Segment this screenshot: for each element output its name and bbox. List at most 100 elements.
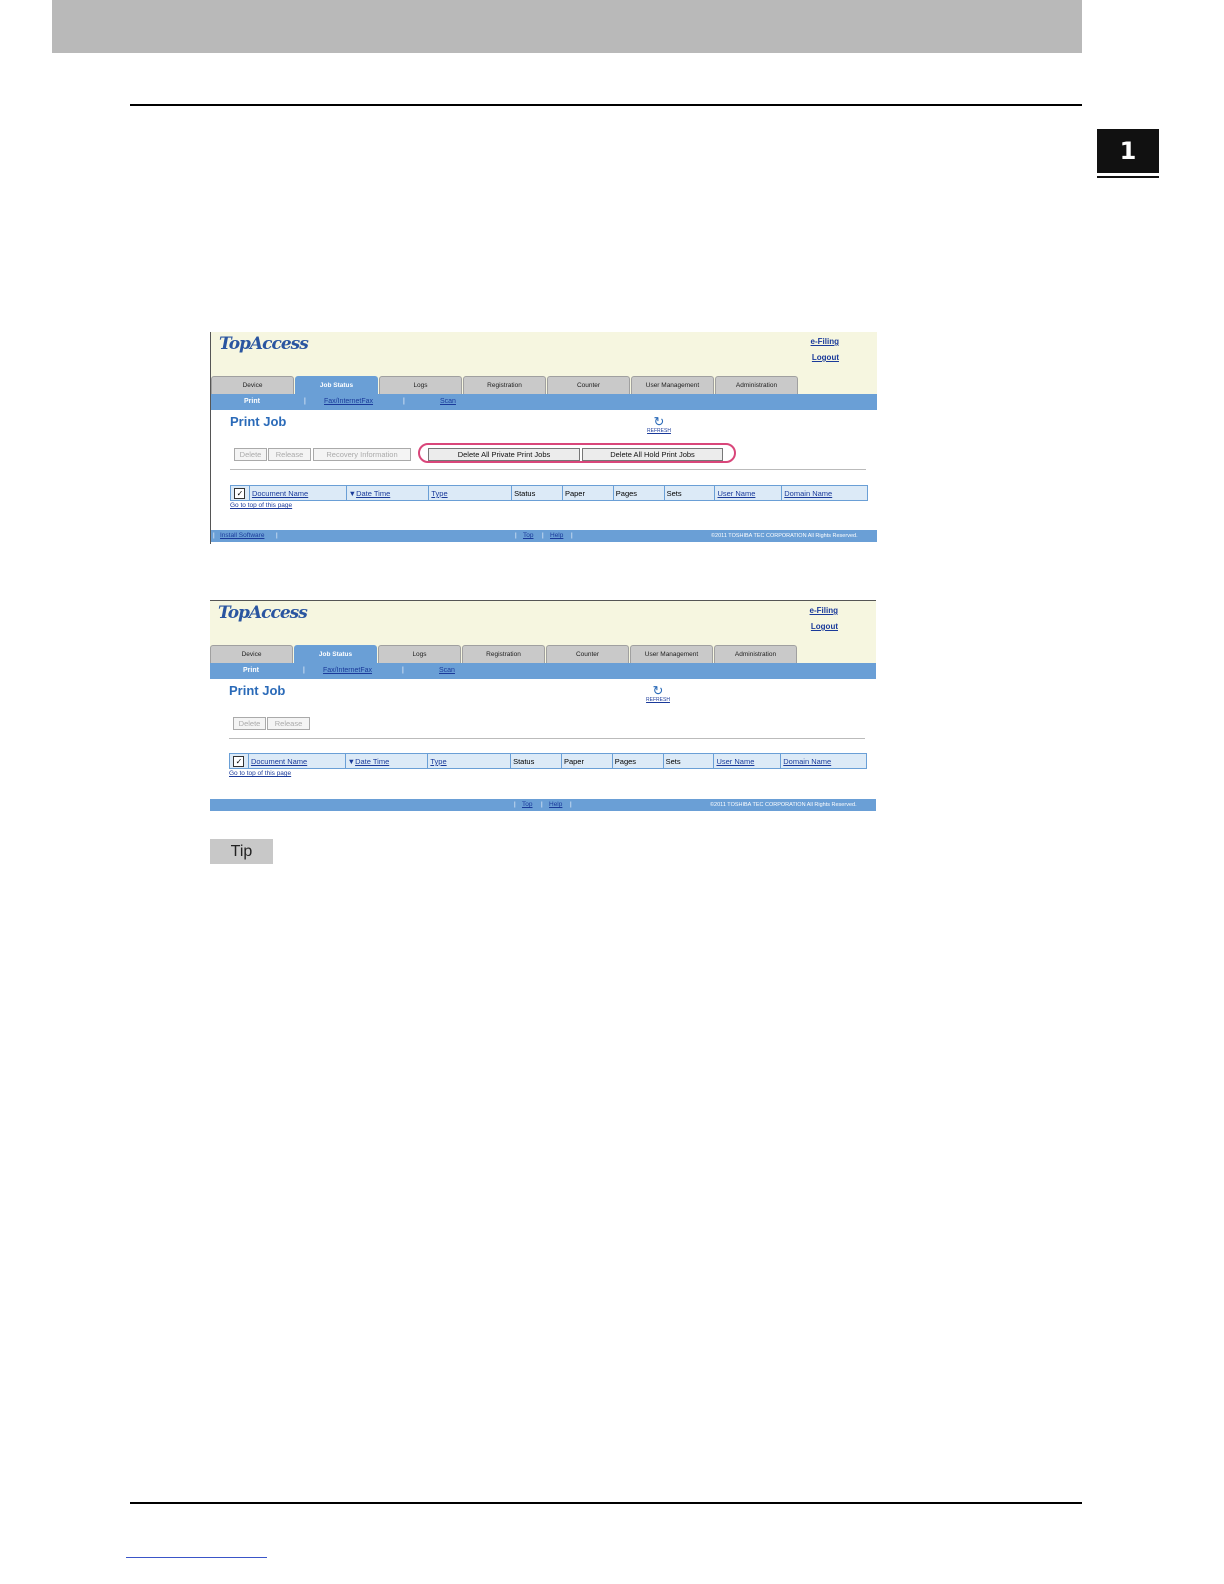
footer-separator: | [541,801,543,808]
col-document-name[interactable]: Document Name [249,754,346,768]
tab-device[interactable]: Device [210,645,293,663]
col-status: Status [511,754,562,768]
refresh-button[interactable]: ↻ REFRESH [643,683,673,703]
select-all-checkbox[interactable]: ✓ [231,486,250,500]
subnav-print[interactable]: Print [243,667,259,674]
col-domain-name[interactable]: Domain Name [781,754,866,768]
app-footer: | Top | Help | ©2011 TOSHIBA TEC CORPORA… [210,799,876,811]
refresh-label: REFRESH [646,697,670,703]
col-pages: Pages [613,754,664,768]
footer-separator: | [542,532,544,539]
col-paper: Paper [563,486,614,500]
col-user-name[interactable]: User Name [714,754,782,768]
subnav-scan[interactable]: Scan [440,398,456,405]
tab-administration[interactable]: Administration [714,645,797,663]
chapter-tab-underline [1097,176,1159,178]
footer-separator: | [571,532,573,539]
efiling-link[interactable]: e-Filing [811,337,839,346]
go-to-top-link[interactable]: Go to top of this page [230,502,292,509]
col-domain-name[interactable]: Domain Name [782,486,867,500]
tab-registration[interactable]: Registration [462,645,545,663]
sort-down-icon: ▼ [347,757,356,766]
logout-link[interactable]: Logout [812,353,839,362]
tab-counter[interactable]: Counter [547,376,630,394]
subnav-fax[interactable]: Fax/InternetFax [323,667,372,674]
tab-user-management[interactable]: User Management [630,645,713,663]
col-paper: Paper [562,754,613,768]
job-list-header: ✓ Document Name ▼Date Time Type Status P… [229,753,867,769]
tab-job-status[interactable]: Job Status [295,376,378,394]
tab-logs[interactable]: Logs [379,376,462,394]
subnav-separator: | [304,398,306,405]
divider [229,738,865,739]
recovery-information-button[interactable]: Recovery Information [313,448,411,461]
footer-help-link[interactable]: Help [550,532,563,539]
refresh-icon: ↻ [653,414,665,429]
check-icon: ✓ [234,487,246,499]
footer-help-link[interactable]: Help [549,801,562,808]
highlight-ring [418,443,736,463]
tab-job-status[interactable]: Job Status [294,645,377,663]
footer-link-underline [126,1557,267,1558]
main-tabs: Device Job Status Logs Registration Coun… [211,376,799,394]
tab-device[interactable]: Device [211,376,294,394]
check-icon: ✓ [233,755,245,767]
subnav-fax[interactable]: Fax/InternetFax [324,398,373,405]
logout-link[interactable]: Logout [811,622,838,631]
efiling-link[interactable]: e-Filing [810,606,838,615]
tip-label: Tip [210,839,273,864]
col-sets: Sets [665,486,716,500]
col-status: Status [512,486,563,500]
divider [230,469,866,470]
subnav-separator: | [303,667,305,674]
page-title: Print Job [230,414,287,429]
go-to-top-link[interactable]: Go to top of this page [229,770,291,777]
tab-logs[interactable]: Logs [378,645,461,663]
chapter-tab: 1 [1097,129,1159,173]
copyright: ©2011 TOSHIBA TEC CORPORATION All Rights… [710,802,857,808]
col-user-name[interactable]: User Name [715,486,783,500]
main-tabs: Device Job Status Logs Registration Coun… [210,645,798,663]
subnav-separator: | [403,398,405,405]
col-type[interactable]: Type [429,486,513,500]
delete-button[interactable]: Delete [234,448,267,461]
app-footer: | Install Software | | Top | Help | ©201… [211,530,877,542]
col-document-name[interactable]: Document Name [250,486,347,500]
tab-registration[interactable]: Registration [463,376,546,394]
footer-top-link[interactable]: Top [522,801,532,808]
screenshot-without-delete-all-buttons: TopAccess e-Filing Logout Device Job Sta… [210,600,876,812]
footer-separator: | [276,532,278,539]
job-list-header: ✓ Document Name ▼Date Time Type Status P… [230,485,868,501]
footer-separator: | [570,801,572,808]
col-date-time[interactable]: ▼Date Time [346,754,429,768]
col-sets: Sets [664,754,715,768]
footer-rule [130,1502,1082,1504]
col-type[interactable]: Type [428,754,512,768]
header-rule [130,104,1082,106]
tab-counter[interactable]: Counter [546,645,629,663]
col-pages: Pages [614,486,665,500]
footer-separator: | [515,532,517,539]
sub-navigation: Print | Fax/InternetFax | Scan [211,394,877,410]
tab-user-management[interactable]: User Management [631,376,714,394]
page-title: Print Job [229,683,286,698]
subnav-scan[interactable]: Scan [439,667,455,674]
copyright: ©2011 TOSHIBA TEC CORPORATION All Rights… [711,533,858,539]
tab-administration[interactable]: Administration [715,376,798,394]
refresh-button[interactable]: ↻ REFRESH [644,414,674,434]
refresh-icon: ↻ [652,683,664,698]
install-software-link[interactable]: Install Software [220,532,264,539]
page-header-bar [52,0,1082,53]
subnav-print[interactable]: Print [244,398,260,405]
topaccess-logo: TopAccess [218,603,308,623]
select-all-checkbox[interactable]: ✓ [230,754,249,768]
sort-down-icon: ▼ [348,489,357,498]
col-date-time[interactable]: ▼Date Time [347,486,430,500]
footer-separator: | [213,532,215,539]
footer-separator: | [514,801,516,808]
delete-button[interactable]: Delete [233,717,266,730]
footer-top-link[interactable]: Top [523,532,533,539]
release-button[interactable]: Release [267,717,310,730]
release-button[interactable]: Release [268,448,311,461]
topaccess-logo: TopAccess [219,334,309,354]
